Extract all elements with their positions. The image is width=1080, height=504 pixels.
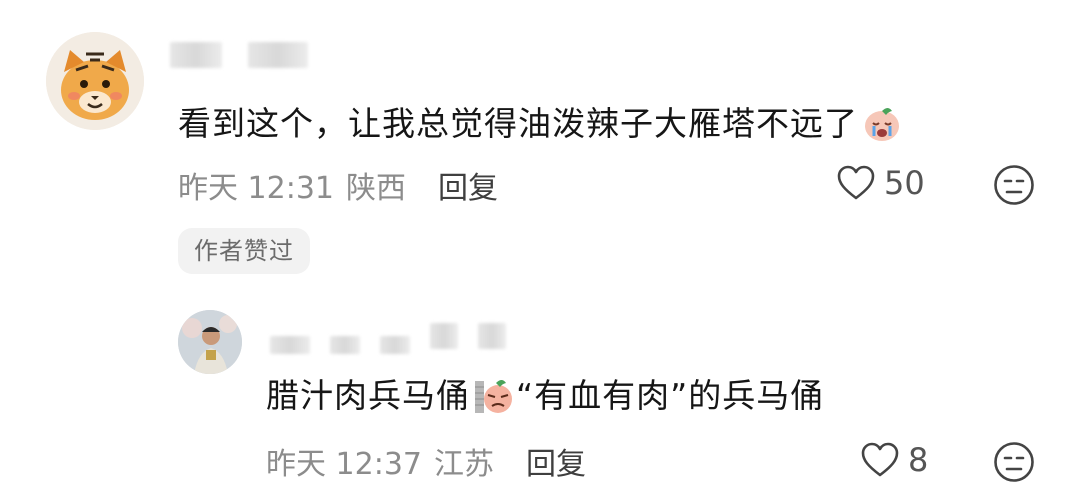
comment-time: 昨天 12:31 [178, 171, 334, 206]
reply-button[interactable]: 回复 [438, 163, 498, 207]
comment-text-content: 看到这个，让我总觉得油泼辣子大雁塔不远了 [178, 104, 858, 143]
blur-block [380, 336, 410, 354]
reply-like-count: 8 [908, 441, 929, 479]
meh-face-icon[interactable] [993, 164, 1035, 206]
meh-face-icon[interactable] [993, 441, 1035, 483]
reply-meta: 昨天 12:37 江苏 回复 [266, 439, 586, 483]
blur-block [248, 42, 308, 68]
blur-block [270, 336, 310, 354]
reply-like-button[interactable]: 8 [860, 441, 928, 479]
reply-user-avatar[interactable] [178, 310, 242, 374]
comment-thread: 看到这个，让我总觉得油泼辣子大雁塔不远了 昨天 12:31 陕西 回复 50 作… [0, 0, 1080, 504]
heart-outline-icon [861, 442, 899, 477]
user-avatar[interactable] [46, 32, 144, 130]
comment-meta: 昨天 12:31 陕西 回复 [178, 163, 498, 207]
like-button[interactable]: 50 [836, 164, 925, 202]
reply-username-blurred[interactable] [270, 318, 506, 354]
blur-block [330, 336, 360, 354]
reply-reply-button[interactable]: 回复 [526, 439, 586, 483]
reply-location: 江苏 [434, 447, 494, 482]
author-liked-badge: 作者赞过 [178, 228, 310, 274]
blur-block [430, 323, 458, 349]
comment-text: 看到这个，让我总觉得油泼辣子大雁塔不远了 [178, 104, 904, 144]
crying-face-emoji-icon [865, 107, 899, 141]
heart-outline-icon [837, 165, 875, 200]
blur-block [170, 42, 222, 68]
grumpy-face-emoji-icon [475, 379, 512, 413]
tiger-avatar-icon [46, 32, 144, 130]
comment-location: 陕西 [346, 171, 406, 206]
reply-text-before: 腊汁肉兵马俑 [266, 376, 470, 415]
person-photo-avatar-icon [178, 310, 242, 374]
like-count: 50 [884, 164, 925, 202]
reply-text: 腊汁肉兵马俑 “有血有肉”的兵马俑 [266, 376, 824, 416]
blur-block [478, 323, 506, 349]
reply-time: 昨天 12:37 [266, 447, 422, 482]
username-blurred[interactable] [170, 42, 308, 68]
reply-text-after: “有血有肉”的兵马俑 [516, 376, 825, 415]
